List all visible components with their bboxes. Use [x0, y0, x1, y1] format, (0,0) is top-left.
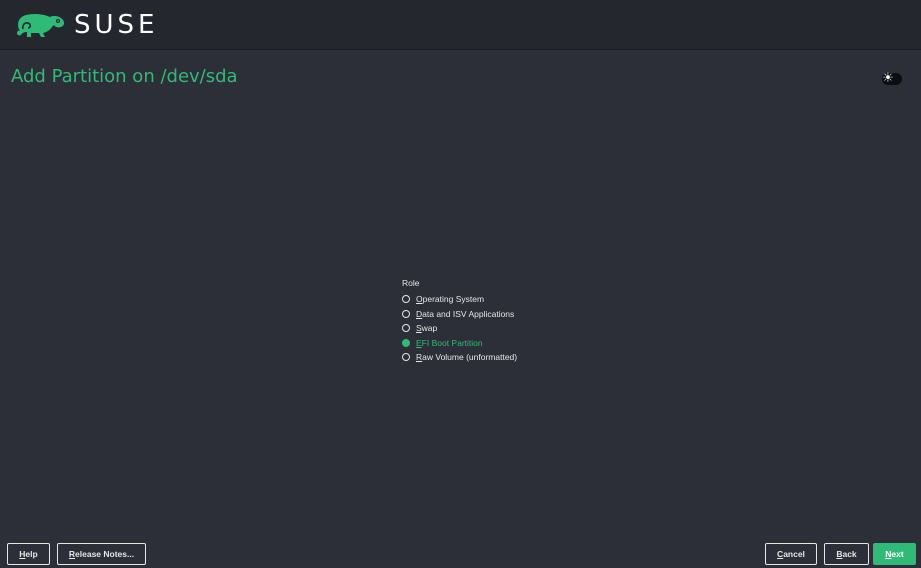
theme-toggle[interactable]: ☀: [882, 71, 902, 86]
suse-logo: SUSE: [14, 9, 158, 41]
page-title: Add Partition on /dev/sda: [11, 66, 238, 87]
help-label: elp: [25, 549, 38, 559]
option-label: Swap: [416, 323, 438, 334]
role-option-raw-volume[interactable]: Raw Volume (unformatted): [402, 350, 517, 365]
next-button[interactable]: Next: [873, 543, 916, 565]
role-option-efi-boot[interactable]: EFI Boot Partition: [402, 336, 517, 351]
cancel-button[interactable]: Cancel: [765, 543, 817, 565]
radio-button[interactable]: [402, 295, 410, 304]
option-label: Data and ISV Applications: [416, 308, 515, 319]
radio-button-checked[interactable]: [402, 338, 410, 347]
header-bar: SUSE: [0, 0, 921, 50]
next-label: ext: [891, 549, 904, 559]
back-button[interactable]: Back: [824, 543, 869, 565]
release-notes-label: elease Notes...: [75, 549, 135, 559]
release-notes-button[interactable]: Release Notes...: [57, 543, 146, 565]
role-option-data-isv[interactable]: Data and ISV Applications: [402, 307, 517, 322]
sun-icon: ☀: [882, 71, 894, 86]
logo-text: SUSE: [74, 10, 159, 40]
option-label: Raw Volume (unformatted): [416, 352, 518, 363]
option-label: Operating System: [416, 294, 485, 305]
cancel-label: ancel: [783, 549, 805, 559]
chameleon-icon: [14, 11, 66, 39]
role-option-swap[interactable]: Swap: [402, 321, 517, 336]
radio-button[interactable]: [402, 324, 410, 333]
back-label: ack: [842, 549, 857, 559]
option-label: EFI Boot Partition: [416, 337, 483, 348]
role-label: Role: [402, 278, 420, 288]
role-radio-group: Role Operating System Data and ISV Appli…: [402, 278, 517, 365]
help-button[interactable]: Help: [7, 543, 50, 565]
radio-button[interactable]: [402, 309, 410, 318]
radio-button[interactable]: [402, 353, 410, 362]
role-option-operating-system[interactable]: Operating System: [402, 292, 517, 307]
